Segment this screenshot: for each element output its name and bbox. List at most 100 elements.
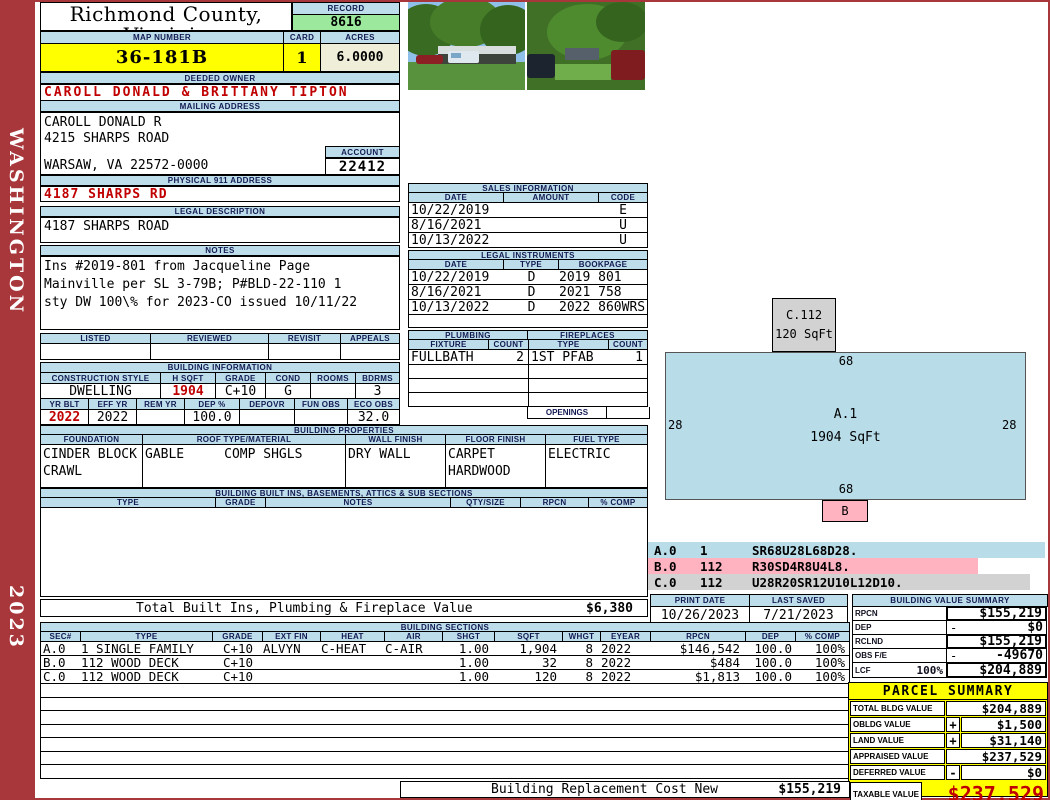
builtin-notes-label: NOTES xyxy=(266,498,451,507)
depovr-value xyxy=(240,410,295,424)
builtins-total-label: Total Built Ins, Plumbing & Fireplace Va… xyxy=(136,600,473,616)
sketch-a-label: A.1 xyxy=(833,407,858,422)
fixture-count-label: COUNT xyxy=(489,340,529,349)
map-value-row: 36-181B 1 6.0000 xyxy=(40,44,400,72)
value-summary-row: LCF 100% $204,889 xyxy=(852,663,1048,678)
sketch-c-sqft: 120 SqFt xyxy=(775,327,833,341)
instrument-bookpage-label: BOOKPAGE xyxy=(559,260,647,269)
building-info-values-1: DWELLING 1904 C+10 G 3 xyxy=(40,384,400,399)
builtin-rpcn-label: RPCN xyxy=(521,498,589,507)
funobs-value xyxy=(295,410,348,424)
mailing-line-2: 4215 SHARPS ROAD xyxy=(44,131,170,146)
instrument-row: 8/16/2021 D 2021 758 xyxy=(408,285,648,300)
hsqft-label: H SQFT xyxy=(161,373,216,383)
card-value: 1 xyxy=(284,44,321,71)
rooms-label: ROOMS xyxy=(311,373,356,383)
depovr-label: DEPOVR xyxy=(240,399,295,409)
account-label: ACCOUNT xyxy=(325,146,400,158)
ecoobs-label: ECO OBS xyxy=(348,399,399,409)
physical-address-label: PHYSICAL 911 ADDRESS xyxy=(40,175,400,186)
appeals-label: APPEALS xyxy=(341,334,399,343)
last-saved-label: LAST SAVED xyxy=(750,595,847,606)
legal-instruments-title: LEGAL INSTRUMENTS xyxy=(408,250,648,260)
instrument-row: 10/22/2019 D 2019 801 xyxy=(408,270,648,285)
instrument-row-empty xyxy=(408,315,648,328)
replacement-cost-label: Building Replacement Cost New xyxy=(491,782,718,797)
taxable-value-label: TAXABLE VALUE xyxy=(850,782,922,800)
builtin-comp-label: % COMP xyxy=(589,498,647,507)
sketch-a-sqft: 1904 SqFt xyxy=(810,430,881,445)
legal-description-value: 4187 SHARPS ROAD xyxy=(40,217,400,243)
notes-line-3: sty DW 100\% for 2023-CO issued 10/11/22 xyxy=(44,295,358,310)
property-photo-2[interactable] xyxy=(527,2,648,90)
card-label: CARD xyxy=(284,32,321,43)
bdrms-value: 3 xyxy=(356,384,399,399)
sales-row: 10/13/2022 U xyxy=(408,233,648,248)
building-value-summary: BUILDING VALUE SUMMARY RPCN $155,219 DEP… xyxy=(852,594,1048,678)
cond-value: G xyxy=(266,384,311,399)
dep-pct-value: 100.0 xyxy=(185,410,240,425)
foundation-label: FOUNDATION xyxy=(41,435,143,444)
parcel-summary: PARCEL SUMMARY TOTAL BLDG VALUE $204,889… xyxy=(848,682,1048,800)
notes-label: NOTES xyxy=(40,245,400,256)
fuel-type-value: ELECTRIC xyxy=(546,445,647,487)
hsqft-value: 1904 xyxy=(161,384,216,399)
parcel-row: OBLDG VALUE + $1,500 xyxy=(850,717,1046,732)
revisit-label: REVISIT xyxy=(269,334,341,343)
grade-value: C+10 xyxy=(216,384,266,399)
print-info-header: PRINT DATE LAST SAVED xyxy=(650,594,848,607)
sales-header-row: DATE AMOUNT CODE xyxy=(408,193,648,203)
openings-label: OPENINGS xyxy=(528,407,607,418)
builtins-total-row: Total Built Ins, Plumbing & Fireplace Va… xyxy=(40,599,648,617)
instrument-row: 10/13/2022 D 2022 860WRS xyxy=(408,300,648,315)
sketch-dim-right: 28 xyxy=(1002,418,1017,432)
effyr-value: 2022 xyxy=(89,410,137,425)
construction-style-value: DWELLING xyxy=(41,384,161,399)
value-summary-row: OBS F/E - -49670 xyxy=(852,648,1048,663)
parcel-row: DEFERRED VALUE - $0 xyxy=(850,765,1046,780)
fixture-value: FULLBATH xyxy=(411,349,474,365)
sales-row: 8/16/2021 U xyxy=(408,218,648,233)
floor-finish-value-line2: HARDWOOD xyxy=(448,464,511,479)
sales-row: 10/22/2019 E xyxy=(408,203,648,218)
roof-material-value: COMP SHGLS xyxy=(224,447,303,462)
parcel-row: APPRAISED VALUE $237,529 xyxy=(850,749,1046,764)
builtins-total-value: $6,380 xyxy=(586,600,633,616)
bdrms-label: BDRMS xyxy=(356,373,399,383)
last-saved-value: 7/21/2023 xyxy=(750,607,847,623)
fireplace-count-value: 1 xyxy=(635,349,643,365)
instruments-header-row: DATE TYPE BOOKPAGE xyxy=(408,260,648,270)
fireplaces-title: FIREPLACES xyxy=(527,330,648,340)
review-value-row xyxy=(40,344,400,360)
notes-line-1: Ins #2019-801 from Jacqueline Page xyxy=(44,259,311,274)
wall-finish-value: DRY WALL xyxy=(346,445,446,487)
dep-pct-label: DEP % xyxy=(185,399,240,409)
construction-style-label: CONSTRUCTION STYLE xyxy=(41,373,161,383)
building-sections-title: BUILDING SECTIONS xyxy=(40,622,850,632)
acres-value: 6.0000 xyxy=(321,44,399,71)
sketch-c-label: C.112 xyxy=(785,308,823,322)
cond-label: COND xyxy=(266,373,311,383)
mailing-line-1: CAROLL DONALD R xyxy=(44,115,162,130)
mailing-address-label: MAILING ADDRESS xyxy=(40,101,400,112)
property-photo-1[interactable] xyxy=(396,0,536,90)
plumbing-fireplaces-values: FULLBATH 2 1ST PFAB 1 xyxy=(408,350,648,365)
funobs-label: FUN OBS xyxy=(295,399,348,409)
property-record-card: WASHINGTON 2023 Richmond County, Virgini… xyxy=(0,0,1050,800)
taxable-value-row: TAXABLE VALUE $237,529 xyxy=(850,782,1046,800)
taxable-value-amount: $237,529 xyxy=(947,782,1044,800)
parcel-summary-title: PARCEL SUMMARY xyxy=(849,683,1047,700)
replacement-cost-row: Building Replacement Cost New $155,219 xyxy=(400,781,850,798)
sketch-legend-row-b: B.0 112 R30SD4R8U4L8. xyxy=(648,558,978,574)
ecoobs-value: 32.0 xyxy=(348,410,399,425)
plumbing-empty-row xyxy=(408,365,648,379)
record-value: 8616 xyxy=(292,14,400,31)
sketch-dim-left: 28 xyxy=(668,418,683,432)
plumbing-empty-row xyxy=(408,393,648,407)
sketch-legend-row-c: C.0 112 U28R20SR12U10L12D10. xyxy=(648,574,1030,590)
building-section-row: C.0 112 WOOD DECK C+10 1.00 120 8 2022 $… xyxy=(40,669,850,684)
building-info-values-2: 2022 2022 100.0 32.0 xyxy=(40,410,400,425)
fuel-type-label: FUEL TYPE xyxy=(546,435,647,444)
print-date-value: 10/26/2023 xyxy=(651,607,750,623)
fireplace-type-value: 1ST PFAB xyxy=(531,349,594,365)
